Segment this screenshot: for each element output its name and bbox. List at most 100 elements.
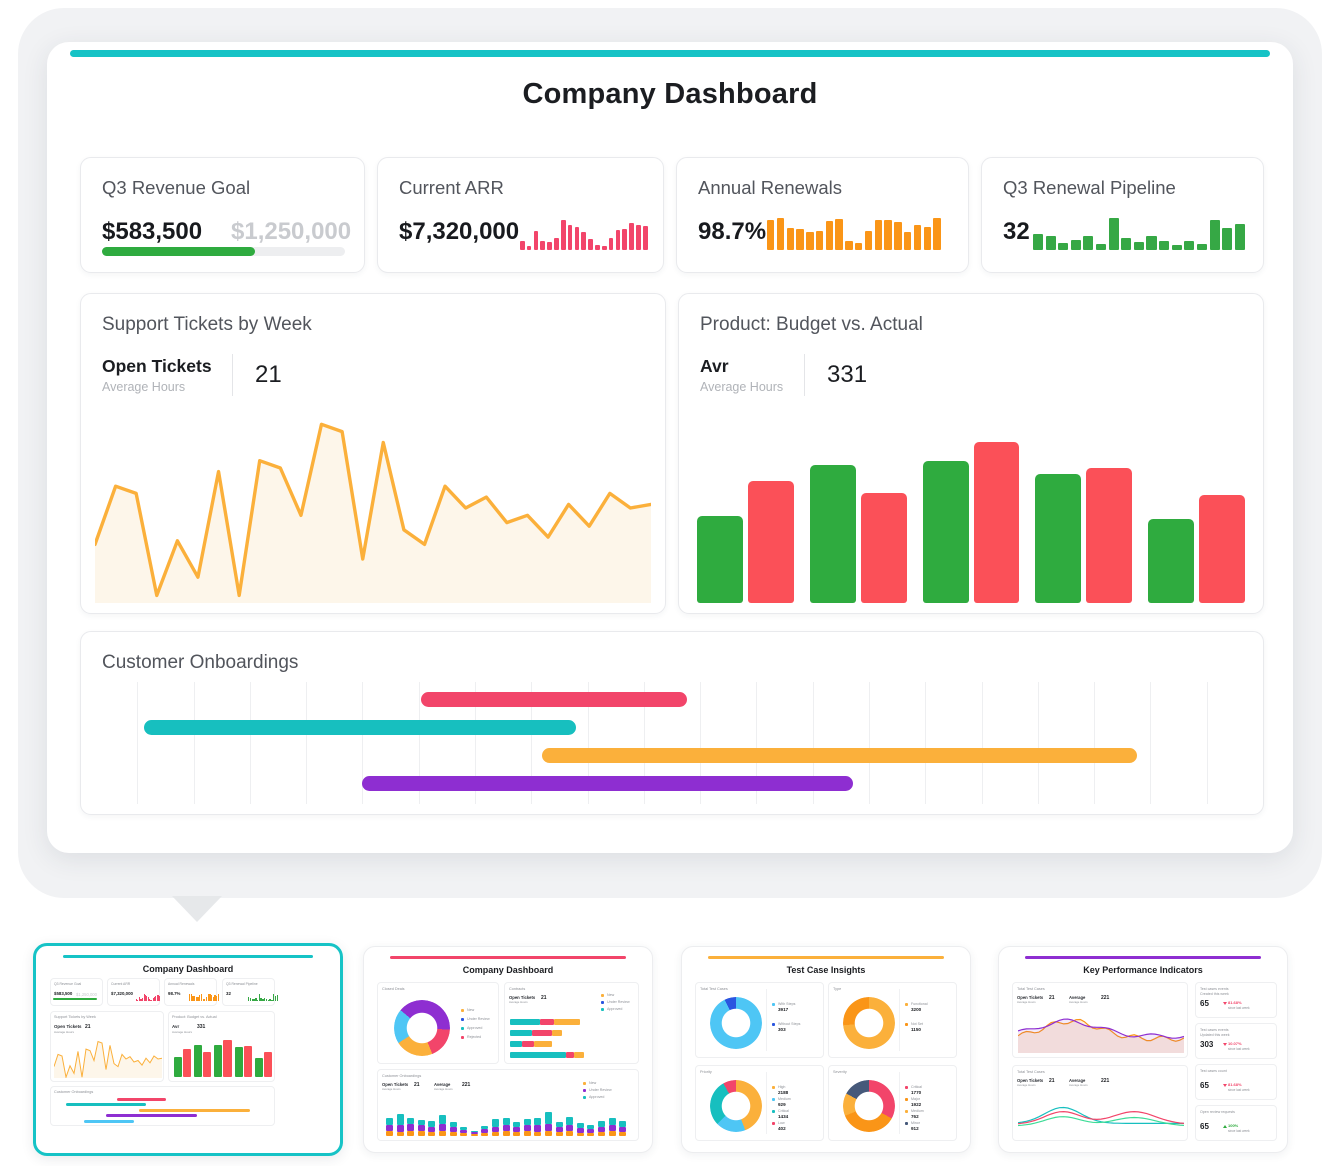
legend-swatch <box>461 1027 464 1030</box>
bar-budget <box>922 461 969 603</box>
thumbnail-value: $7,320,000 <box>111 991 133 996</box>
thumbnail-label: Average Hours <box>54 1029 74 1034</box>
stacked-bar-segment <box>386 1131 393 1136</box>
main-dashboard-card: Company Dashboard Q3 Revenue Goal $583,5… <box>47 42 1293 853</box>
stacked-bar-segment <box>523 1125 531 1131</box>
gantt-task-bar[interactable] <box>421 692 688 707</box>
legend-swatch <box>601 1008 604 1011</box>
sparkline-bar <box>1171 244 1182 250</box>
stacked-bar-segment <box>449 1127 457 1132</box>
thumbnail-label: High <box>778 1085 786 1089</box>
gantt-task-bar[interactable] <box>362 776 853 791</box>
kpi-card-current-arr[interactable]: Current ARR $7,320,000 <box>377 157 664 273</box>
gantt-gridline <box>193 682 195 804</box>
thumbnail-test-case-insights[interactable]: Test Case Insights Total Test Cases With S… <box>681 946 971 1153</box>
thumbnail-key-performance-indicators[interactable]: Key Performance Indicators Total Test Cas… <box>998 946 1288 1153</box>
sparkline-bar <box>884 219 892 250</box>
thumbnail-accent-bar <box>1024 956 1262 959</box>
stacked-bar-segment <box>407 1118 415 1124</box>
kpi-value: $583,500 <box>102 218 203 245</box>
stacked-bar-segment <box>534 1118 542 1125</box>
thumbnail-value: 762 <box>911 1113 919 1119</box>
metric-subtitle: Average Hours <box>102 379 186 394</box>
thumbnail-panel: Type Functional 3200 Not Set 1150 <box>828 982 957 1058</box>
legend-swatch <box>905 1086 908 1089</box>
sparkline-chart <box>767 210 941 250</box>
bar-budget <box>234 1047 243 1077</box>
stacked-bar-segment <box>439 1115 446 1124</box>
thumbnail-label: Functional <box>911 1002 928 1006</box>
thumbnail-company-dashboard[interactable]: Company Dashboard Q3 Revenue Goal $583,500… <box>33 943 343 1156</box>
bar-budget <box>809 464 856 603</box>
stacked-bar-segment <box>576 1128 584 1133</box>
sparkline-chart <box>189 992 219 1001</box>
sparkline-bar <box>1108 218 1119 250</box>
stacked-bar-segment <box>417 1120 425 1125</box>
stacked-bar-segment <box>545 1112 552 1124</box>
sparkline-bar <box>835 218 843 250</box>
bar-budget <box>174 1057 183 1077</box>
sparkline-bar <box>815 230 824 250</box>
thumbnail-label: since last week <box>1228 1088 1250 1092</box>
thumbnail-label: Current ARR <box>111 982 131 986</box>
stacked-bar-segment <box>566 1125 574 1131</box>
thumbnail-label: Open Tickets <box>54 1024 82 1029</box>
stacked-bar-segment <box>534 1125 542 1132</box>
thumbnail-label: Critical <box>778 1109 789 1113</box>
thumbnail-value: 1922 <box>911 1101 922 1107</box>
gantt-task-bar[interactable] <box>143 720 577 735</box>
bar-budget <box>194 1045 203 1077</box>
gantt-chart <box>81 682 1263 804</box>
legend-swatch <box>772 1110 775 1113</box>
thumbnail-label: Type <box>833 987 842 991</box>
thumbnail-value: 912 <box>911 1125 919 1131</box>
thumbnail-company-dashboard-deals[interactable]: Company Dashboard Closed Deals New Under Re… <box>363 946 653 1153</box>
sparkline-bar <box>636 224 641 250</box>
gantt-task-bar[interactable] <box>541 748 1137 763</box>
legend-swatch <box>772 1086 775 1089</box>
thumbnail-value: 221 <box>1101 1078 1110 1084</box>
bar-actual <box>183 1049 192 1077</box>
bar-budget <box>1035 473 1082 603</box>
sparkline-bar <box>1209 219 1220 250</box>
thumbnail-accent-bar <box>63 955 313 958</box>
donut-chart <box>843 1080 895 1132</box>
stacked-bar-segment <box>502 1118 510 1125</box>
thumbnail-title: Company Dashboard <box>142 964 234 974</box>
thumbnail-value: 3917 <box>778 1006 789 1012</box>
sparkline-bar <box>806 232 814 250</box>
stacked-bar-segment <box>587 1125 595 1129</box>
kpi-card-annual-renewals[interactable]: Annual Renewals 98.7% <box>676 157 969 273</box>
thumbnail-label: Average Hours <box>382 1087 401 1091</box>
sparkline-bar <box>526 246 532 250</box>
kpi-card-renewal-pipeline[interactable]: Q3 Renewal Pipeline 32 <box>981 157 1264 273</box>
kpi-card-revenue-goal[interactable]: Q3 Revenue Goal $583,500 $1,250,000 <box>80 157 365 273</box>
bar-budget <box>1148 519 1195 603</box>
sparkline-bar <box>1058 243 1069 250</box>
divider <box>766 989 767 1051</box>
thumbnail-label: Total Test Cases <box>1017 987 1045 991</box>
panel-customer-onboardings[interactable]: Customer Onboardings <box>80 631 1264 815</box>
arrow-down-icon <box>1223 1043 1227 1046</box>
stacked-bar-segment <box>470 1131 478 1132</box>
legend-swatch <box>461 1009 464 1012</box>
thumbnail-value: $583,500 <box>54 991 73 996</box>
metric-subtitle: Average Hours <box>700 379 784 394</box>
thumbnail-panel: Support Tickets by Week Open Tickets Avera… <box>50 1011 164 1082</box>
thumbnail-value: 2188 <box>778 1089 789 1095</box>
gantt-gridline <box>1094 682 1096 804</box>
stacked-bar-segment <box>608 1125 616 1131</box>
sparkline-bar <box>913 225 922 250</box>
sparkline-bar <box>1234 223 1245 250</box>
page-title: Company Dashboard <box>522 78 818 110</box>
thumbnail-label: Priority <box>700 1070 712 1074</box>
gantt-task-bar <box>106 1114 197 1118</box>
panel-budget-vs-actual[interactable]: Product: Budget vs. Actual Avr Average H… <box>678 293 1264 614</box>
sparkline-bar <box>1184 241 1195 250</box>
thumbnail-title: Company Dashboard <box>462 965 554 975</box>
thumbnail-panel: Closed Deals New Under Review Approved Rejec… <box>377 982 499 1064</box>
panel-support-tickets[interactable]: Support Tickets by Week Open Tickets Ave… <box>80 293 666 614</box>
thumbnail-label: Customer Onboardings <box>382 1074 422 1078</box>
sparkline-bar <box>540 241 546 250</box>
kpi-value: $7,320,000 <box>399 218 520 245</box>
